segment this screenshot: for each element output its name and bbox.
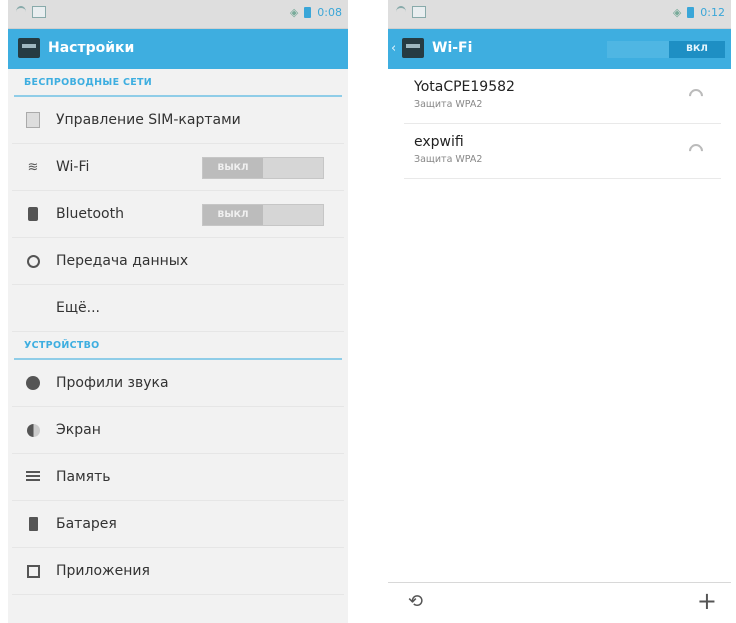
image-notification-icon	[32, 6, 46, 18]
apps-icon	[26, 564, 40, 578]
wifi-network-item[interactable]: YotaCPE19582 Защита WPA2	[404, 69, 721, 124]
add-network-icon[interactable]: +	[697, 587, 717, 615]
settings-item-display[interactable]: Экран	[12, 407, 344, 454]
network-security: Защита WPA2	[414, 154, 483, 165]
settings-item-wifi[interactable]: ≋ Wi-Fi ВЫКЛ	[12, 144, 344, 191]
sim-icon	[26, 112, 40, 128]
settings-item-label: Память	[56, 469, 111, 485]
image-notification-icon	[412, 6, 426, 18]
settings-item-label: Профили звука	[56, 375, 169, 391]
settings-item-data-usage[interactable]: Передача данных	[12, 238, 344, 285]
signal-icon	[689, 89, 703, 101]
wifi-icon: ≋	[27, 159, 39, 175]
settings-item-label: Экран	[56, 422, 101, 438]
settings-item-label: Bluetooth	[56, 206, 124, 222]
wifi-master-toggle[interactable]: ВКЛ	[607, 41, 725, 58]
settings-item-apps[interactable]: Приложения	[12, 548, 344, 595]
bluetooth-toggle-state: ВЫКЛ	[203, 205, 263, 225]
settings-item-label: Ещё...	[56, 300, 100, 316]
page-title: Wi-Fi	[432, 40, 473, 56]
action-bar: ‹ Wi-Fi ВКЛ	[388, 29, 731, 69]
settings-item-label: Wi-Fi	[56, 159, 90, 175]
settings-item-label: Управление SIM-картами	[56, 112, 241, 128]
settings-item-label: Передача данных	[56, 253, 189, 269]
action-bar: Настройки	[8, 29, 348, 69]
status-time: 0:08	[317, 6, 342, 19]
wifi-network-item[interactable]: expwifi Защита WPA2	[404, 124, 721, 179]
network-name: YotaCPE19582	[414, 79, 515, 95]
settings-item-battery[interactable]: Батарея	[12, 501, 344, 548]
wifi-status-icon	[396, 6, 406, 18]
settings-item-sim[interactable]: Управление SIM-картами	[12, 97, 344, 144]
settings-icon[interactable]	[18, 38, 40, 58]
settings-screen: ◈ 0:08 Настройки БЕСПРОВОДНЫЕ СЕТИ Управ…	[8, 0, 348, 623]
wifi-screen: ◈ 0:12 ‹ Wi-Fi ВКЛ YotaCPE19582 Защита W…	[388, 0, 731, 623]
wifi-status-icon	[16, 6, 26, 18]
settings-item-label: Батарея	[56, 516, 117, 532]
settings-item-more[interactable]: Ещё...	[12, 285, 344, 332]
wifi-master-toggle-state: ВКЛ	[669, 41, 725, 58]
scan-icon[interactable]: ⟲	[408, 591, 423, 612]
settings-item-bluetooth[interactable]: Bluetooth ВЫКЛ	[12, 191, 344, 238]
back-chevron-icon[interactable]: ‹	[391, 41, 396, 56]
section-device-header: УСТРОЙСТВО	[14, 332, 342, 360]
signal-icon	[689, 144, 703, 156]
status-bar: ◈ 0:08	[8, 0, 348, 29]
volume-icon: ◈	[672, 6, 682, 19]
data-usage-icon	[26, 254, 40, 268]
wifi-toggle[interactable]: ВЫКЛ	[202, 157, 324, 179]
status-time: 0:12	[700, 6, 725, 19]
bluetooth-icon	[26, 207, 40, 221]
battery-status-icon	[304, 7, 312, 18]
display-icon	[26, 423, 40, 437]
bottom-action-bar: ⟲ +	[388, 582, 731, 623]
page-title: Настройки	[48, 40, 135, 56]
settings-item-label: Приложения	[56, 563, 150, 579]
wifi-toggle-state: ВЫКЛ	[203, 158, 263, 178]
settings-icon[interactable]	[402, 38, 424, 58]
settings-item-storage[interactable]: Память	[12, 454, 344, 501]
section-wireless-header: БЕСПРОВОДНЫЕ СЕТИ	[14, 69, 342, 97]
battery-icon	[26, 517, 40, 531]
battery-status-icon	[687, 7, 695, 18]
network-name: expwifi	[414, 134, 464, 150]
settings-item-sound-profiles[interactable]: Профили звука	[12, 360, 344, 407]
bluetooth-toggle[interactable]: ВЫКЛ	[202, 204, 324, 226]
volume-icon: ◈	[289, 6, 299, 19]
sound-profile-icon	[26, 376, 40, 390]
network-security: Защита WPA2	[414, 99, 483, 110]
status-bar: ◈ 0:12	[388, 0, 731, 29]
storage-icon	[26, 470, 40, 484]
